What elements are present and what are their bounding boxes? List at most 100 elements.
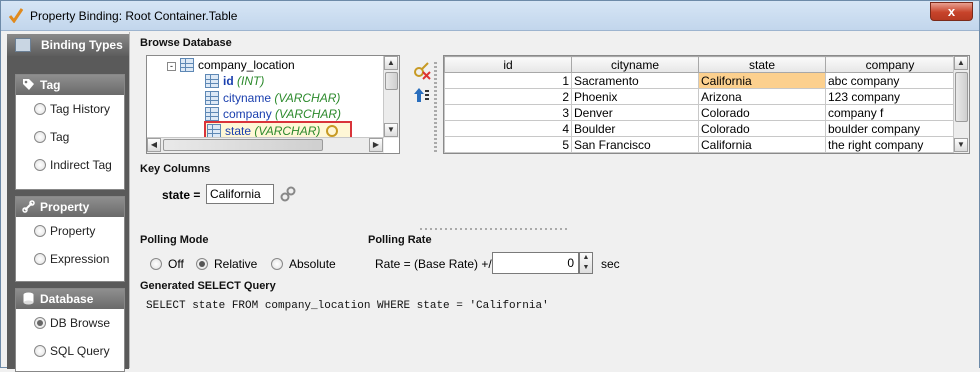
cell[interactable]: Sacramento xyxy=(571,72,699,89)
cell[interactable]: Boulder xyxy=(571,120,699,137)
scroll-left-icon[interactable]: ◀ xyxy=(147,138,161,152)
binding-types-icon xyxy=(15,38,31,52)
binding-option-expression[interactable]: Expression xyxy=(16,245,124,273)
cell[interactable]: 3 xyxy=(444,104,572,121)
column-name: cityname xyxy=(223,91,272,105)
cell[interactable]: Colorado xyxy=(698,104,826,121)
scroll-down-icon[interactable]: ▼ xyxy=(954,138,968,152)
tag-group-header[interactable]: Tag xyxy=(16,75,124,95)
key-column-value-field[interactable]: California xyxy=(206,184,274,204)
table-row[interactable]: 1 Sacramento California abc company xyxy=(444,72,955,89)
cell[interactable]: company f xyxy=(825,104,955,121)
radio-button[interactable] xyxy=(34,159,46,171)
cell[interactable]: Denver xyxy=(571,104,699,121)
results-table[interactable]: id cityname state company 1 Sacramento Cal… xyxy=(443,55,970,154)
rate-formula-label: Rate = (Base Rate) +/- xyxy=(375,257,496,271)
tree-vertical-scrollbar[interactable]: ▲ ▼ xyxy=(383,56,399,138)
scroll-thumb[interactable] xyxy=(163,139,323,151)
cell[interactable]: the right company xyxy=(825,136,955,153)
scroll-thumb[interactable] xyxy=(955,72,968,122)
tree-column-cityname[interactable]: cityname (VARCHAR) xyxy=(205,90,340,106)
polling-rate-label: Polling Rate xyxy=(368,234,432,246)
tree-tools xyxy=(411,56,433,156)
option-label: DB Browse xyxy=(50,316,111,330)
tree-horizontal-scrollbar[interactable]: ◀ ▶ xyxy=(147,137,384,153)
binding-option-property[interactable]: Property xyxy=(16,217,124,245)
database-group-header[interactable]: Database xyxy=(16,289,124,309)
cell[interactable]: boulder company xyxy=(825,120,955,137)
table-row[interactable]: 2 Phoenix Arizona 123 company xyxy=(444,88,955,105)
option-label: Relative xyxy=(214,257,258,271)
scroll-up-icon[interactable]: ▲ xyxy=(384,56,398,70)
sort-ascending-icon[interactable] xyxy=(413,86,431,104)
table-row[interactable]: 3 Denver Colorado company f xyxy=(444,104,955,121)
column-header-state[interactable]: state xyxy=(698,56,826,73)
radio-button[interactable] xyxy=(34,253,46,265)
tag-group: Tag Tag History Tag Indirect Tag xyxy=(15,74,125,190)
collapse-icon[interactable]: - xyxy=(167,62,176,71)
scroll-up-icon[interactable]: ▲ xyxy=(954,56,968,70)
column-header-company[interactable]: company xyxy=(825,56,955,73)
step-up-icon[interactable]: ▲ xyxy=(580,253,592,263)
cell[interactable]: Phoenix xyxy=(571,88,699,105)
table-header-row: id cityname state company xyxy=(444,56,955,73)
rate-stepper[interactable]: ▲ ▼ xyxy=(579,252,593,274)
polling-mode-label: Polling Mode xyxy=(140,234,209,246)
cell[interactable]: 4 xyxy=(444,120,572,137)
column-icon xyxy=(205,91,219,105)
tag-group-label: Tag xyxy=(40,78,61,92)
cell[interactable]: 123 company xyxy=(825,88,955,105)
property-group-header[interactable]: Property xyxy=(16,197,124,217)
polling-off-option[interactable]: Off xyxy=(150,256,184,272)
tree-column-id[interactable]: id (INT) xyxy=(205,73,264,89)
tree-table-node[interactable]: - company_location xyxy=(167,57,295,73)
cell[interactable]: abc company xyxy=(825,72,955,89)
radio-button[interactable] xyxy=(34,345,46,357)
cell[interactable]: 1 xyxy=(444,72,572,89)
cell[interactable]: 2 xyxy=(444,88,572,105)
cell-highlighted[interactable]: California xyxy=(698,72,826,89)
cell[interactable]: Colorado xyxy=(698,120,826,137)
key-icon[interactable] xyxy=(326,125,339,137)
binding-option-tag[interactable]: Tag xyxy=(16,123,124,151)
radio-button[interactable] xyxy=(150,258,162,270)
column-header-id[interactable]: id xyxy=(444,56,572,73)
cell[interactable]: San Francisco xyxy=(571,136,699,153)
database-tree[interactable]: - company_location id (INT) cityname (VAR… xyxy=(146,55,400,154)
radio-button[interactable] xyxy=(34,131,46,143)
scroll-down-icon[interactable]: ▼ xyxy=(384,123,398,137)
radio-button[interactable] xyxy=(34,103,46,115)
binding-option-sql-query[interactable]: SQL Query xyxy=(16,337,124,365)
binding-option-db-browse[interactable]: DB Browse xyxy=(16,309,124,337)
binding-option-tag-history[interactable]: Tag History xyxy=(16,95,124,123)
tree-column-company[interactable]: company (VARCHAR) xyxy=(205,106,341,122)
cell[interactable]: California xyxy=(698,136,826,153)
table-vertical-scrollbar[interactable]: ▲ ▼ xyxy=(953,56,969,153)
radio-button-selected[interactable] xyxy=(34,317,46,329)
option-label: Off xyxy=(168,257,184,271)
table-row[interactable]: 5 San Francisco California the right compan… xyxy=(444,136,955,153)
binding-types-label: Binding Types xyxy=(41,38,123,52)
title-bar[interactable]: Property Binding: Root Container.Table x xyxy=(1,1,979,31)
clear-selection-icon[interactable] xyxy=(413,62,431,80)
cell[interactable]: 5 xyxy=(444,136,572,153)
radio-button[interactable] xyxy=(271,258,283,270)
rate-input[interactable]: 0 xyxy=(492,252,579,274)
binding-option-indirect-tag[interactable]: Indirect Tag xyxy=(16,151,124,179)
cell[interactable]: Arizona xyxy=(698,88,826,105)
property-group-label: Property xyxy=(40,200,90,214)
radio-button-selected[interactable] xyxy=(196,258,208,270)
polling-absolute-option[interactable]: Absolute xyxy=(271,256,336,272)
table-row[interactable]: 4 Boulder Colorado boulder company xyxy=(444,120,955,137)
step-down-icon[interactable]: ▼ xyxy=(580,263,592,273)
scroll-right-icon[interactable]: ▶ xyxy=(369,138,383,152)
database-icon xyxy=(23,292,34,305)
splitter[interactable] xyxy=(434,62,437,152)
scroll-thumb[interactable] xyxy=(385,72,398,90)
polling-relative-option[interactable]: Relative xyxy=(196,256,257,272)
radio-button[interactable] xyxy=(34,225,46,237)
column-name: id xyxy=(223,74,234,88)
close-button[interactable]: x xyxy=(930,2,973,21)
column-header-cityname[interactable]: cityname xyxy=(571,56,699,73)
link-icon[interactable] xyxy=(280,186,296,202)
